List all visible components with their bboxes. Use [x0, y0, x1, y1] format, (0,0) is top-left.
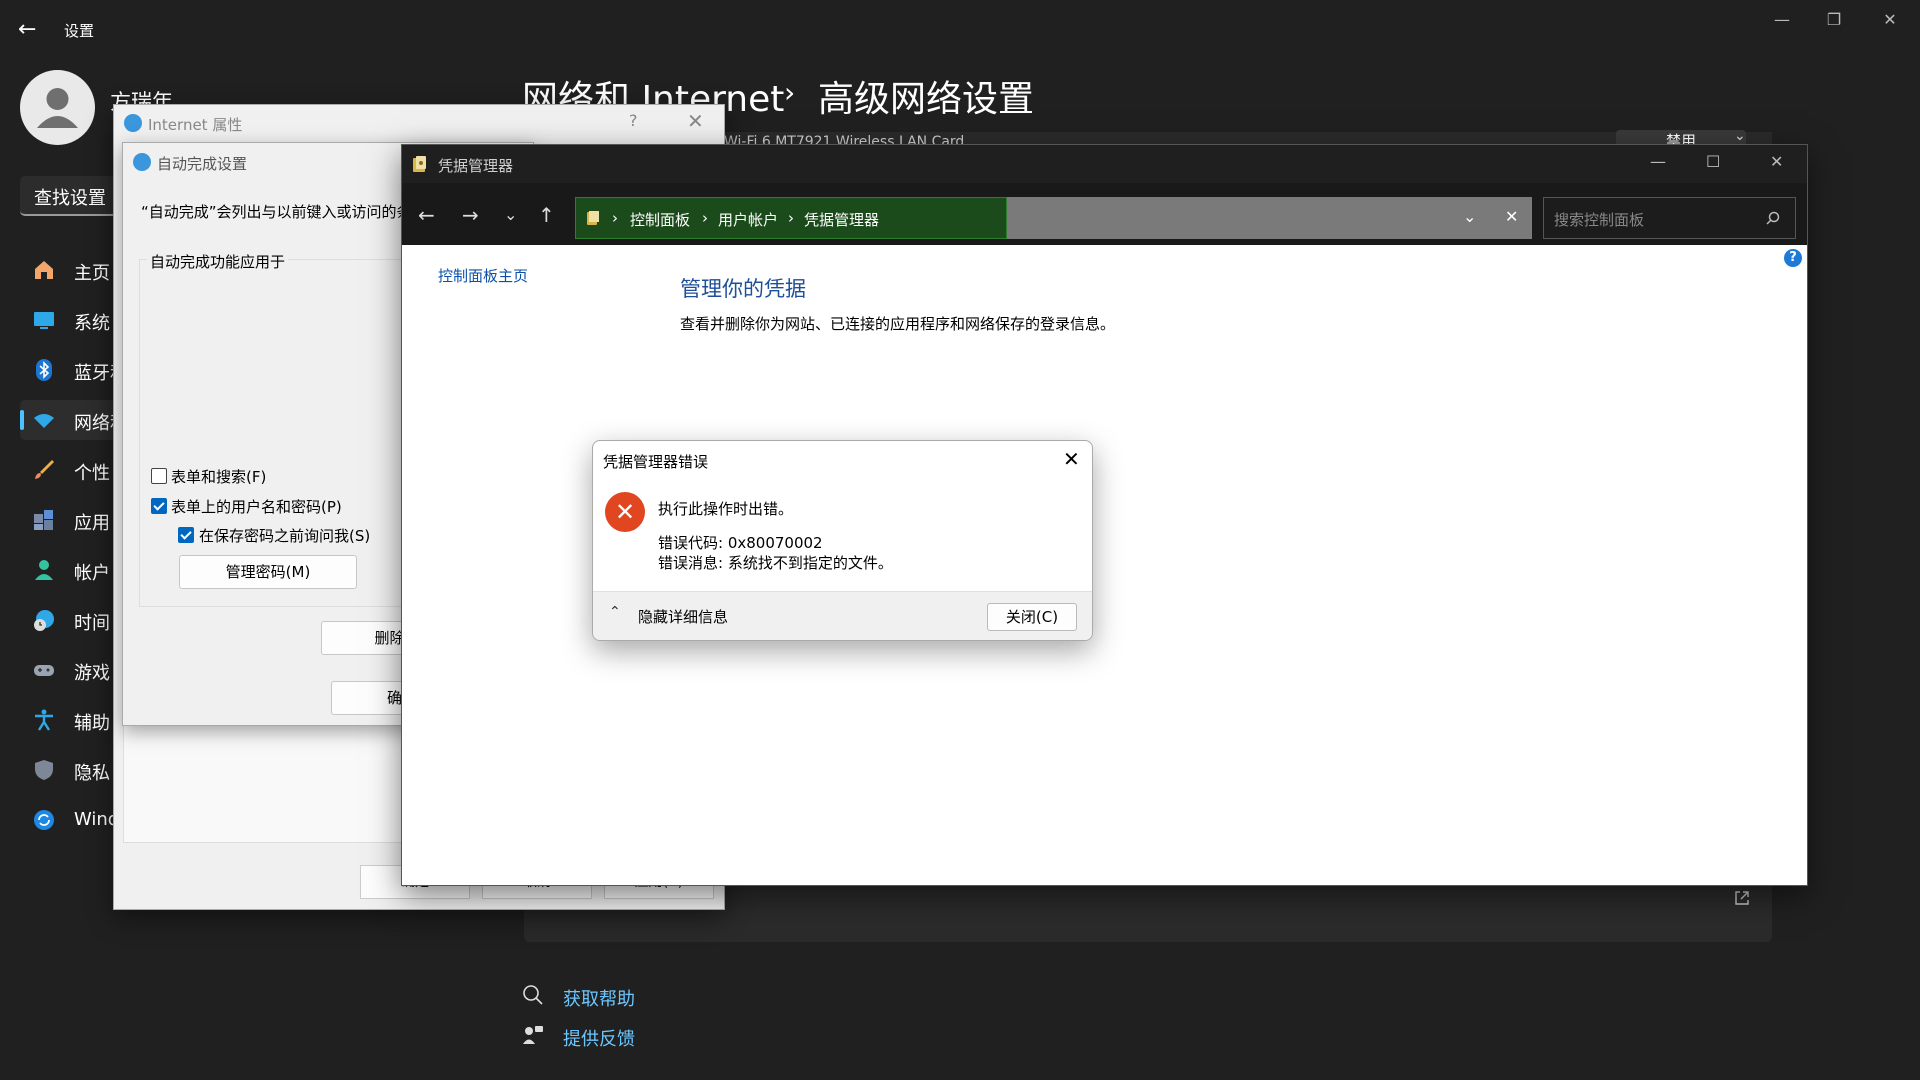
search-placeholder: 查找设置 — [34, 188, 106, 209]
ask-before-save-checkbox[interactable] — [178, 527, 194, 543]
search-icon[interactable] — [1766, 211, 1780, 225]
bluetooth-icon — [36, 359, 52, 381]
person-silhouette-icon — [37, 88, 78, 128]
nav-label: 游戏 — [74, 663, 110, 684]
error-icon: ✕ — [605, 492, 645, 532]
address-control-panel[interactable]: 控制面板 — [630, 209, 690, 230]
minimize-icon[interactable]: — — [1650, 152, 1666, 171]
restore-icon[interactable]: ❐ — [1814, 6, 1854, 34]
nav-label: 系统 — [74, 313, 110, 334]
breadcrumb-separator-icon: › — [612, 209, 618, 227]
error-code: 错误代码: 0x80070002 — [658, 534, 823, 552]
address-user-accounts[interactable]: 用户帐户 — [718, 209, 778, 230]
clock-globe-icon — [34, 610, 54, 631]
avatar[interactable] — [20, 70, 95, 145]
globe-icon — [124, 114, 142, 132]
brush-icon — [35, 460, 54, 479]
settings-title: 设置 — [64, 22, 95, 40]
breadcrumb-separator-icon: › — [702, 209, 708, 227]
hide-details-toggle[interactable]: 隐藏详细信息 — [638, 606, 728, 627]
search-placeholder: 搜索控制面板 — [1554, 211, 1645, 229]
chevron-up-icon[interactable]: ⌃ — [609, 604, 621, 620]
address-dropdown-icon[interactable]: ⌄ — [1463, 207, 1476, 226]
close-icon[interactable]: ✕ — [687, 109, 704, 133]
forms-search-label: 表单和搜索(F) — [171, 468, 267, 486]
address-selection: › 控制面板 › 用户帐户 › 凭据管理器 — [575, 197, 1007, 239]
get-help-link[interactable]: 获取帮助 — [563, 985, 635, 1011]
search-control-panel-input[interactable]: 搜索控制面板 — [1543, 197, 1796, 239]
active-indicator — [20, 410, 24, 430]
apps-icon — [34, 510, 53, 530]
navigation-bar: ← → ⌄ ↑ › 控制面板 › 用户帐户 › 凭据管理器 ⌄ ✕ 搜索控制面板 — [402, 183, 1807, 245]
address-bar[interactable]: › 控制面板 › 用户帐户 › 凭据管理器 ⌄ ✕ — [575, 197, 1532, 239]
feedback-icon — [523, 1026, 543, 1044]
dialog-title: 凭据管理器错误 — [603, 453, 709, 471]
page-heading: 管理你的凭据 — [680, 277, 806, 301]
help-icon[interactable]: ? — [1784, 249, 1802, 267]
wifi-icon — [34, 414, 54, 428]
expand-chevron-icon[interactable]: ⌄ — [1734, 128, 1746, 144]
clear-address-icon[interactable]: ✕ — [1505, 207, 1518, 226]
address-credential-manager[interactable]: 凭据管理器 — [804, 209, 879, 230]
dialog-title: 自动完成设置 — [157, 155, 248, 173]
title-bar: 凭据管理器 — ☐ ✕ — [402, 145, 1807, 183]
back-arrow-icon[interactable]: ← — [18, 14, 42, 46]
person-icon — [35, 560, 53, 580]
close-icon[interactable]: ✕ — [1870, 6, 1910, 34]
minimize-icon[interactable]: — — [1762, 6, 1802, 34]
nav-label: 隐私 — [74, 763, 110, 784]
recent-dropdown-icon[interactable]: ⌄ — [504, 205, 517, 224]
give-feedback-link[interactable]: 提供反馈 — [563, 1025, 635, 1051]
forms-userpass-checkbox[interactable] — [151, 498, 167, 514]
page-title: 高级网络设置 — [818, 79, 1035, 120]
credential-vault-icon — [413, 156, 426, 172]
error-detail: 错误消息: 系统找不到指定的文件。 — [658, 554, 893, 572]
error-message: 执行此操作时出错。 — [658, 500, 794, 518]
page-description: 查看并删除你为网站、已连接的应用程序和网络保存的登录信息。 — [680, 315, 1116, 333]
maximize-icon[interactable]: ☐ — [1706, 152, 1720, 171]
manage-passwords-button[interactable]: 管理密码(M) — [179, 555, 357, 589]
nav-label: 时间 — [74, 613, 110, 634]
group-label: 自动完成功能应用于 — [147, 251, 289, 272]
window-title: 凭据管理器 — [438, 157, 514, 175]
home-icon — [35, 261, 53, 279]
close-icon[interactable]: ✕ — [1063, 447, 1080, 471]
help-chat-icon — [523, 985, 543, 1005]
gamepad-icon — [34, 665, 54, 676]
system-icon — [34, 312, 54, 329]
credential-manager-error-dialog: 凭据管理器错误 ✕ ✕ 执行此操作时出错。 错误代码: 0x80070002 错… — [592, 440, 1093, 641]
close-icon[interactable]: ✕ — [1770, 152, 1783, 171]
help-button[interactable]: ? — [629, 111, 638, 130]
open-external-icon[interactable] — [1734, 890, 1750, 906]
update-icon — [34, 810, 54, 830]
nav-label: 帐户 — [74, 563, 110, 584]
accessibility-icon — [35, 709, 53, 731]
shield-icon — [35, 760, 53, 780]
close-button[interactable]: 关闭(C) — [987, 603, 1077, 631]
back-arrow-icon[interactable]: ← — [418, 203, 435, 227]
dialog-footer: ⌃ 隐藏详细信息 关闭(C) — [593, 591, 1092, 640]
nav-label: 个性 — [74, 463, 110, 484]
forward-arrow-icon[interactable]: → — [462, 203, 479, 227]
nav-label: 辅助 — [74, 713, 110, 734]
ask-before-save-label: 在保存密码之前询问我(S) — [199, 527, 371, 545]
control-panel-home-link[interactable]: 控制面板主页 — [438, 265, 528, 286]
nav-label: 应用 — [74, 513, 110, 534]
autocomplete-description: “自动完成”会列出与以前键入或访问的条 — [141, 203, 412, 221]
control-panel-icon — [587, 211, 599, 225]
forms-search-checkbox[interactable] — [151, 468, 167, 484]
window-title: Internet 属性 — [148, 116, 243, 134]
breadcrumb-separator-icon: › — [784, 76, 796, 109]
globe-icon — [133, 153, 151, 171]
nav-label: 主页 — [74, 263, 110, 284]
breadcrumb-separator-icon: › — [788, 209, 794, 227]
up-arrow-icon[interactable]: ↑ — [538, 203, 555, 227]
forms-userpass-label: 表单上的用户名和密码(P) — [171, 498, 342, 516]
